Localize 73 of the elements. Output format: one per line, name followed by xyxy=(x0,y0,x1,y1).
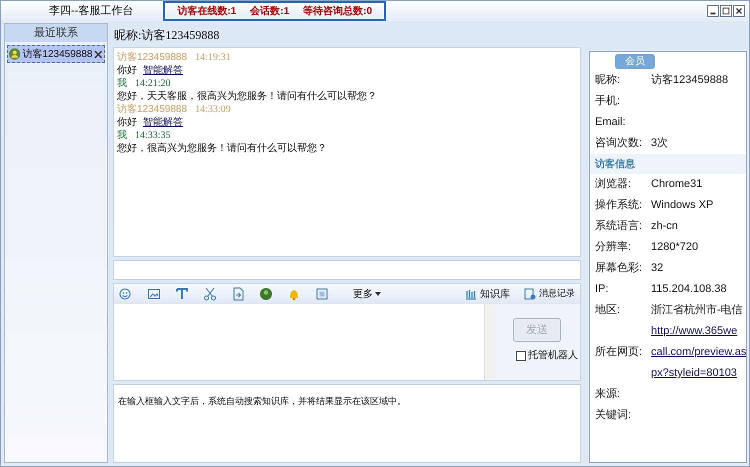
message-text: 您好，很高兴为您服务！请问有什么可以帮您？ xyxy=(117,142,327,156)
info-label: 咨询次数: xyxy=(595,136,644,152)
page-link[interactable]: http://www.365we xyxy=(651,321,746,342)
more-button[interactable]: 更多 xyxy=(353,286,381,302)
info-label: 关键词: xyxy=(595,408,632,424)
bars-icon xyxy=(465,288,477,300)
info-label: 所在网页: xyxy=(595,345,644,360)
sender-name: 我 xyxy=(117,128,127,143)
maximize-icon[interactable] xyxy=(720,5,732,17)
window-icon[interactable] xyxy=(315,287,329,301)
info-value: 1280*720 xyxy=(651,240,698,256)
info-value: zh-cn xyxy=(651,219,678,234)
info-label: Email: xyxy=(595,115,627,130)
caret-icon xyxy=(375,292,381,296)
smiley-icon[interactable] xyxy=(119,287,133,301)
message-time: 14:33:09 xyxy=(195,103,231,117)
message-input[interactable] xyxy=(114,304,484,380)
info-label: 手机: xyxy=(595,94,622,110)
sidebar-header: 最近联系 xyxy=(5,24,107,42)
info-label: 操作系统: xyxy=(595,198,644,214)
info-value: 115.204.108.38 xyxy=(651,282,727,298)
robot-label: 托管机器人 xyxy=(528,348,578,363)
sender-name: 访客123459888 xyxy=(117,102,188,116)
info-label: 浏览器: xyxy=(595,176,632,192)
info-label: IP: xyxy=(595,282,610,298)
info-label: 昵称: xyxy=(595,73,622,88)
file-icon[interactable] xyxy=(231,287,245,301)
person-icon[interactable] xyxy=(259,287,273,301)
image-icon[interactable] xyxy=(147,287,161,301)
page-link[interactable]: px?styleid=80103 xyxy=(651,363,746,384)
smart-answer-link[interactable]: 智能解答 xyxy=(143,63,183,78)
info-label: 屏幕色彩: xyxy=(595,261,644,276)
contact-item[interactable]: 访客123459888 xyxy=(7,45,105,63)
info-label: 地区: xyxy=(595,303,622,318)
minimize-icon[interactable] xyxy=(707,5,719,17)
close-icon[interactable] xyxy=(94,50,103,58)
status-count: 访客在线数:1 xyxy=(177,4,236,18)
sender-name: 我 xyxy=(117,76,127,91)
robot-checkbox[interactable] xyxy=(516,350,526,360)
message-time: 14:19:31 xyxy=(195,51,231,65)
page-link[interactable]: call.com/preview.as xyxy=(651,342,746,363)
status-count: 会话数:1 xyxy=(250,4,290,18)
status-count: 等待咨询总数:0 xyxy=(303,4,372,18)
info-label: 系统语言: xyxy=(595,218,644,234)
info-label: 来源: xyxy=(595,387,622,402)
message-time: 14:21:20 xyxy=(135,77,171,90)
contact-name: 访客123459888 xyxy=(22,48,92,62)
message-time: 14:33:35 xyxy=(135,129,171,142)
message-text: 你好 xyxy=(117,64,137,78)
window-title: 李四--客服工作台 xyxy=(49,4,134,19)
member-badge: 会员 xyxy=(615,54,655,68)
knowledge-base-button[interactable]: 知识库 xyxy=(465,286,510,302)
message-history-button[interactable]: 消息记录 xyxy=(524,287,575,301)
message-text: 你好 xyxy=(117,116,137,130)
info-value: 32 xyxy=(651,261,664,276)
smart-answer-link[interactable]: 智能解答 xyxy=(143,115,183,130)
document-icon xyxy=(524,288,536,300)
section-header: 访客信息 xyxy=(590,154,746,174)
message-text: 您好，天天客服，很高兴为您服务！请问有什么可以帮您？ xyxy=(117,90,377,104)
text-icon[interactable] xyxy=(175,287,189,301)
bell-icon[interactable] xyxy=(287,287,301,301)
scissors-icon[interactable] xyxy=(203,287,217,301)
info-value: Chrome31 xyxy=(651,177,702,192)
info-label: 分辨率: xyxy=(595,240,632,256)
info-value: Windows XP xyxy=(651,198,714,214)
hint-text: 在输入框输入文字后，系统自动搜索知识库，并将结果显示在该区域中。 xyxy=(118,396,406,406)
info-value: 访客123459888 xyxy=(651,72,728,88)
person-icon xyxy=(9,48,20,60)
info-value: 浙江省杭州市-电信 xyxy=(651,302,743,318)
nickname-text: 昵称:访客123459888 xyxy=(114,27,220,44)
sender-name: 访客123459888 xyxy=(117,50,188,64)
close-icon[interactable] xyxy=(733,5,745,17)
info-value: 3次 xyxy=(651,136,668,152)
